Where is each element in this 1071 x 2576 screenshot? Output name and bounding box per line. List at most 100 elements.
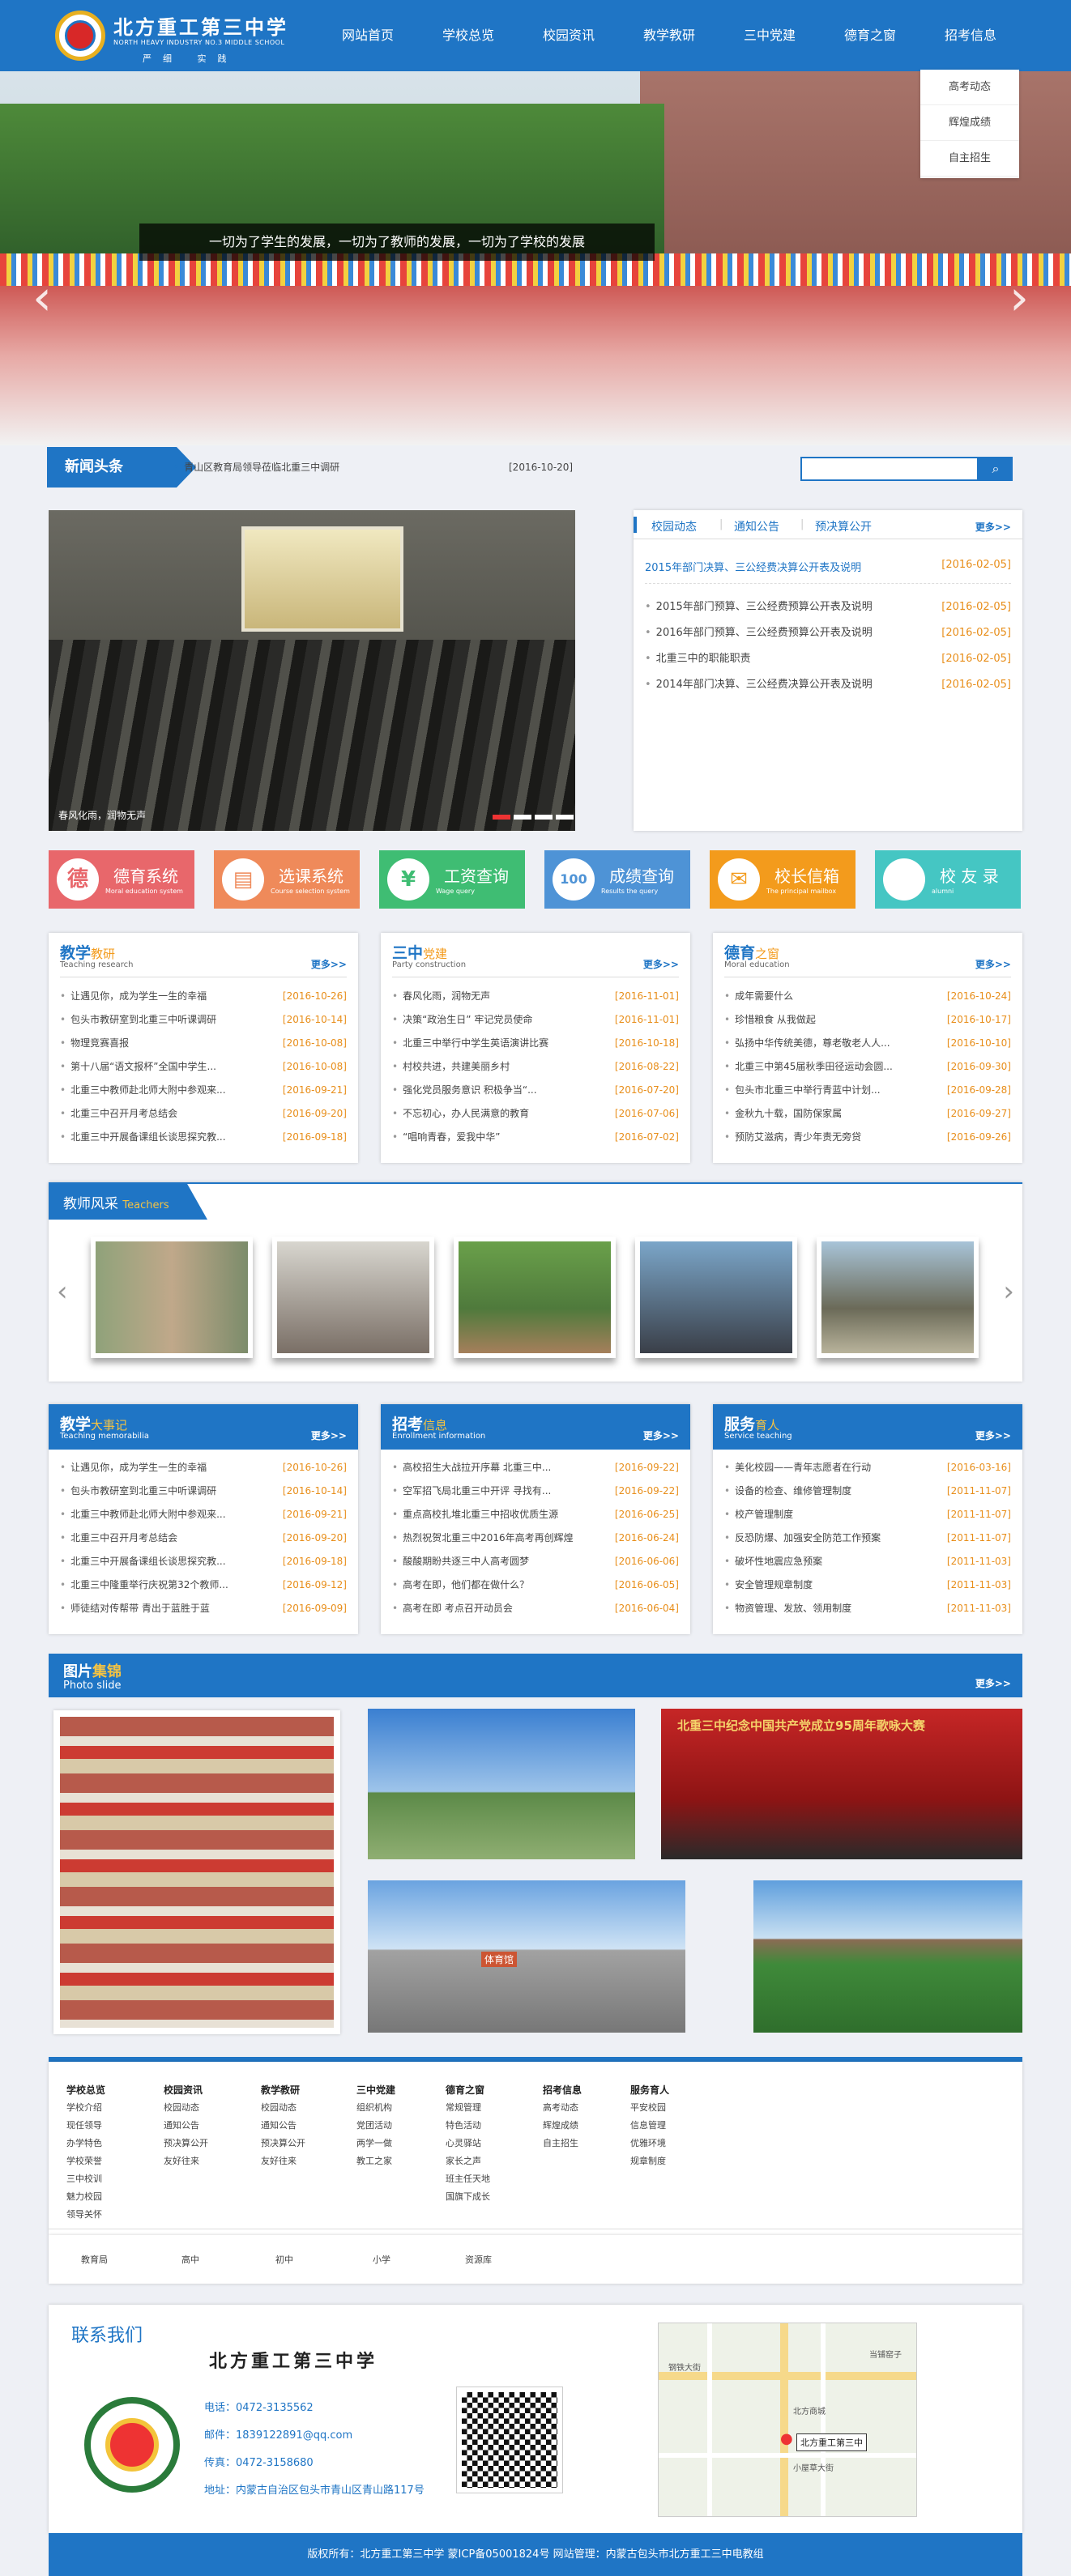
list-item[interactable]: • 物理竞赛喜报 [2016-10-08] [60,1032,347,1055]
list-item[interactable]: • 热烈祝贺北重三中2016年高考再创辉煌 [2016-06-24] [392,1526,679,1550]
list-item-title[interactable]: 第十八届“语文报杯”全国中学生... [70,1061,216,1072]
gallery-more-link[interactable]: 更多>> [975,1676,1011,1690]
footer-link[interactable]: 魅力校园 [66,2188,105,2206]
search-input[interactable] [800,457,979,481]
list-item[interactable]: • 2014年部门决算、三公经费决算公开表及说明 [2016-02-05] [645,672,1011,698]
list-item[interactable]: • 预防艾滋病，青少年责无旁贷 [2016-09-26] [724,1126,1011,1149]
list-item[interactable]: • “唱响青春，爱我中华” [2016-07-02] [392,1126,679,1149]
list-item[interactable]: • 2016年部门预算、三公经费预算公开表及说明 [2016-02-05] [645,620,1011,646]
list-item-title[interactable]: 高校招生大战拉开序幕 北重三中... [403,1462,551,1473]
list-item-title[interactable]: 北重三中开展备课组长谈思探究教... [70,1556,225,1567]
teachers-next-icon[interactable]: › [1003,1275,1014,1308]
footer-link[interactable]: 两学一做 [356,2135,395,2152]
search-button[interactable]: ⌕ [979,457,1013,481]
list-item-title[interactable]: 让遇见你，成为学生一生的幸福 [70,990,207,1002]
column-more-link[interactable]: 更多>> [643,957,679,971]
teacher-photo[interactable] [91,1237,253,1358]
list-item-title[interactable]: 校产管理制度 [735,1509,793,1520]
quick-tile[interactable]: ¥ 工资查询 Wage query [379,850,525,909]
footer-link[interactable]: 学校荣誉 [66,2152,105,2170]
friend-link[interactable]: 小学 [373,2253,390,2266]
list-item[interactable]: • 北重三中召开月考总结会 [2016-09-20] [60,1102,347,1126]
list-item[interactable]: • 北重三中隆重举行庆祝第32个教师... [2016-09-12] [60,1573,347,1597]
list-item[interactable]: • 酸酸期盼共逐三中人高考圆梦 [2016-06-06] [392,1550,679,1573]
footer-link[interactable]: 规章制度 [630,2152,669,2170]
quick-tile[interactable]: ✉ 校长信箱 The principal mailbox [710,850,856,909]
list-item[interactable]: • 高考在即 考点召开动员会 [2016-06-04] [392,1597,679,1620]
slider-dot[interactable] [556,815,574,820]
list-item[interactable]: • 北重三中第45届秋季田径运动会圆... [2016-09-30] [724,1055,1011,1079]
gallery-photo-campus[interactable] [368,1709,635,1859]
list-item-title[interactable]: 包头市教研室到北重三中听课调研 [70,1014,216,1025]
list-item[interactable]: • 包头市北重三中举行青蓝中计划... [2016-09-28] [724,1079,1011,1102]
list-item[interactable]: • 春风化雨，润物无声 [2016-11-01] [392,985,679,1008]
list-item-title[interactable]: 2014年部门决算、三公经费决算公开表及说明 [656,679,873,691]
footer-link[interactable]: 辉煌成绩 [543,2117,582,2135]
teacher-photo[interactable] [635,1237,797,1358]
footer-link[interactable]: 优雅环境 [630,2135,669,2152]
tab-budget[interactable]: 预决算公开 [815,518,872,534]
list-item-title[interactable]: 春风化雨，润物无声 [403,990,490,1002]
nav-teaching[interactable]: 教学教研 [643,24,695,44]
footer-link[interactable]: 三中校训 [66,2170,105,2188]
list-item-title[interactable]: 物理竞赛喜报 [70,1037,129,1049]
footer-link[interactable]: 办学特色 [66,2135,105,2152]
list-item-title[interactable]: 弘扬中华传统美德，尊老敬老人人... [735,1037,890,1049]
list-item[interactable]: • 安全管理规章制度 [2011-11-03] [724,1573,1011,1597]
list-item-title[interactable]: 包头市北重三中举行青蓝中计划... [735,1084,880,1096]
list-item[interactable]: • 包头市教研室到北重三中听课调研 [2016-10-14] [60,1480,347,1503]
photo-slider[interactable]: 春风化雨，润物无声 [49,510,575,831]
list-item[interactable]: • 反恐防爆、加强安全防范工作预案 [2011-11-07] [724,1526,1011,1550]
gallery-photo-choir[interactable]: 北重三中纪念中国共产党成立95周年歌咏大赛 [661,1709,1022,1859]
footer-link[interactable]: 校园动态 [261,2099,305,2117]
gallery-photo-gym[interactable]: 体育馆 [368,1880,685,2033]
footer-link[interactable]: 常规管理 [446,2099,490,2117]
list-item[interactable]: • 物资管理、发放、领用制度 [2011-11-03] [724,1597,1011,1620]
list-item[interactable]: • 北重三中教师赴北师大附中参观来... [2016-09-21] [60,1079,347,1102]
list-item[interactable]: • 珍惜粮食 从我做起 [2016-10-17] [724,1008,1011,1032]
footer-link[interactable]: 自主招生 [543,2135,582,2152]
list-item[interactable]: • 重点高校扎堆北重三中招收优质生源 [2016-06-25] [392,1503,679,1526]
list-item[interactable]: • 空军招飞局北重三中开评 寻找有... [2016-09-22] [392,1480,679,1503]
list-item-title[interactable]: 北重三中隆重举行庆祝第32个教师... [70,1579,228,1590]
list-item[interactable]: • 成年需要什么 [2016-10-24] [724,985,1011,1008]
list-item[interactable]: • 北重三中召开月考总结会 [2016-09-20] [60,1526,347,1550]
list-item[interactable]: • 北重三中举行中学生英语演讲比赛 [2016-10-18] [392,1032,679,1055]
footer-column-heading[interactable]: 学校总览 [66,2081,105,2099]
tabs-more-link[interactable]: 更多>> [975,520,1011,534]
list-item-title[interactable]: 高考在即 考点召开动员会 [403,1603,513,1614]
list-item[interactable]: • 高考在即，他们都在做什么？ [2016-06-05] [392,1573,679,1597]
list-item-title[interactable]: 预防艾滋病，青少年责无旁贷 [735,1131,861,1143]
column-more-link[interactable]: 更多>> [975,957,1011,971]
headline-text[interactable]: 青山区教育局领导莅临北重三中调研 [184,462,339,473]
list-item-title[interactable]: 师徒结对传帮带 青出于蓝胜于蓝 [70,1603,210,1614]
list-item-title[interactable]: 成年需要什么 [735,990,793,1002]
list-item[interactable]: • 师徒结对传帮带 青出于蓝胜于蓝 [2016-09-09] [60,1597,347,1620]
teacher-photo[interactable] [272,1237,434,1358]
dropdown-item[interactable]: 自主招生 [920,141,1019,177]
list-item-title[interactable]: 物资管理、发放、领用制度 [735,1603,851,1614]
list-item-title[interactable]: “唱响青春，爱我中华” [403,1131,500,1143]
school-logo[interactable] [55,11,105,61]
banner-prev-icon[interactable]: ‹ [32,274,57,322]
list-item[interactable]: • 包头市教研室到北重三中听课调研 [2016-10-14] [60,1008,347,1032]
quick-tile[interactable]: ▤ 选课系统 Course selection system [214,850,360,909]
list-item-title[interactable]: 2015年部门预算、三公经费预算公开表及说明 [656,601,873,613]
column-more-link[interactable]: 更多>> [643,1429,679,1442]
map[interactable]: 钢铁大街 北方商城 小屋草大街 当铺窑子 北方重工第三中 ● [658,2323,917,2517]
list-item[interactable]: • 弘扬中华传统美德，尊老敬老人人... [2016-10-10] [724,1032,1011,1055]
footer-column-heading[interactable]: 教学教研 [261,2081,305,2099]
list-item[interactable]: • 2015年部门预算、三公经费预算公开表及说明 [2016-02-05] [645,594,1011,620]
hero-banner[interactable]: 一切为了学生的发展，一切为了教师的发展，一切为了学校的发展 ‹ › [0,71,1071,445]
list-item-title[interactable]: 让遇见你，成为学生一生的幸福 [70,1462,207,1473]
footer-link[interactable]: 预决算公开 [164,2135,208,2152]
teachers-prev-icon[interactable]: ‹ [57,1275,68,1308]
list-item-title[interactable]: 2016年部门预算、三公经费预算公开表及说明 [656,627,873,639]
friend-link[interactable]: 高中 [181,2253,199,2266]
quick-tile[interactable]: 校 友 录 alumni [875,850,1021,909]
list-item[interactable]: • 第十八届“语文报杯”全国中学生... [2016-10-08] [60,1055,347,1079]
list-item[interactable]: • 让遇见你，成为学生一生的幸福 [2016-10-26] [60,985,347,1008]
list-item[interactable]: • 北重三中开展备课组长谈思探究教... [2016-09-18] [60,1126,347,1149]
list-item-title[interactable]: 热烈祝贺北重三中2016年高考再创辉煌 [403,1532,574,1543]
nav-party[interactable]: 三中党建 [744,24,796,44]
